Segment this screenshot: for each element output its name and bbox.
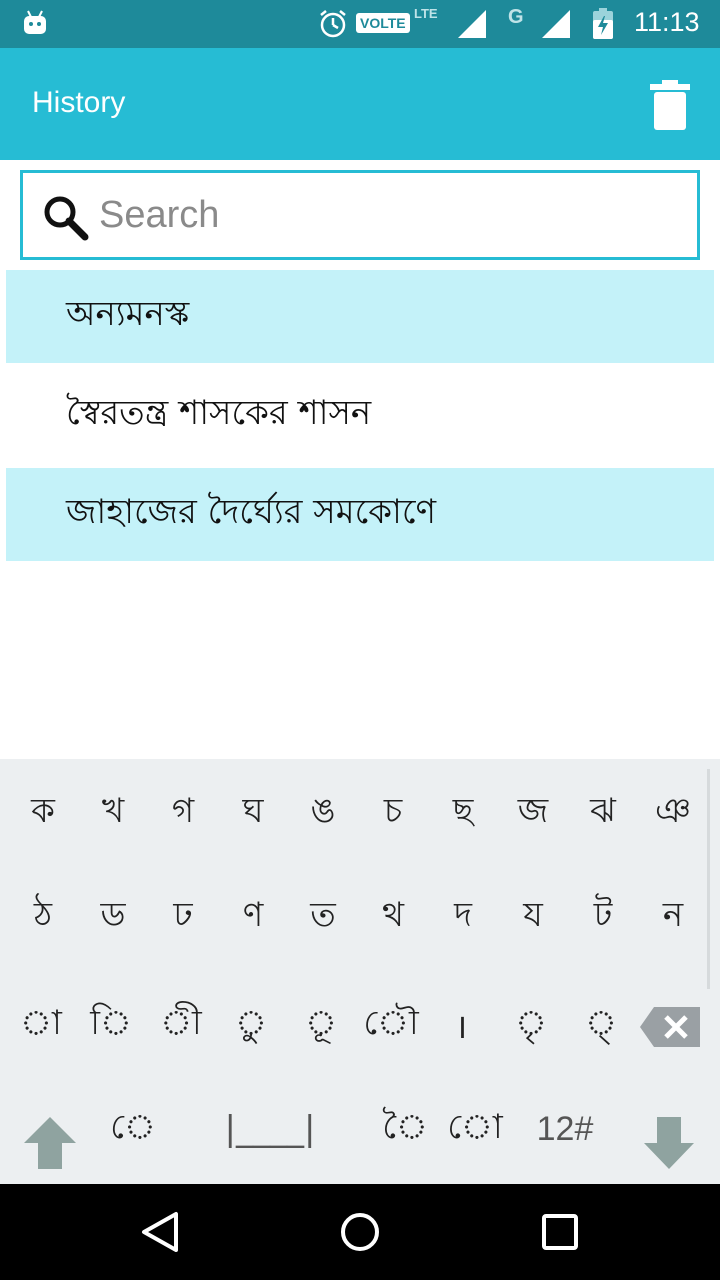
history-list: অন্যমনস্ক স্বৈরতন্ত্র শাসকের শাসন জাহাজে… bbox=[6, 270, 714, 561]
android-notification-icon bbox=[24, 10, 46, 34]
history-item-text: অন্যমনস্ক bbox=[66, 294, 190, 334]
key-o-sign[interactable]: ◌ো bbox=[440, 1077, 510, 1181]
history-item-text: জাহাজের দৈর্ঘ্যের সমকোণে bbox=[66, 492, 437, 532]
key[interactable]: ট bbox=[568, 865, 638, 969]
key[interactable]: ন bbox=[638, 865, 708, 969]
key[interactable]: ণ bbox=[218, 865, 288, 969]
network-type-label: G bbox=[508, 6, 524, 28]
history-item[interactable]: জাহাজের দৈর্ঘ্যের সমকোণে bbox=[6, 468, 714, 561]
key[interactable]: ◌ূ bbox=[286, 973, 356, 1077]
recents-icon[interactable] bbox=[538, 1210, 582, 1254]
space-key[interactable]: |____| bbox=[205, 1077, 335, 1181]
search-icon bbox=[44, 196, 89, 241]
key[interactable]: চ bbox=[358, 761, 428, 865]
key[interactable]: ঝ bbox=[568, 761, 638, 865]
key[interactable]: ◌ি bbox=[76, 973, 146, 1077]
key[interactable]: গ bbox=[148, 761, 218, 865]
key[interactable]: ◌ু bbox=[216, 973, 286, 1077]
app-bar: History bbox=[0, 48, 720, 160]
signal-icon-2 bbox=[542, 10, 570, 38]
hide-keyboard-icon[interactable] bbox=[642, 1115, 696, 1171]
navigation-bar bbox=[0, 1184, 720, 1280]
key[interactable]: ঙ bbox=[288, 761, 358, 865]
shift-up-icon[interactable] bbox=[22, 1115, 78, 1171]
key[interactable]: ড bbox=[78, 865, 148, 969]
key-e-sign[interactable]: ◌ে bbox=[98, 1077, 168, 1181]
signal-icon bbox=[458, 10, 486, 38]
key[interactable]: ◌ী bbox=[146, 973, 216, 1077]
key[interactable]: ঘ bbox=[218, 761, 288, 865]
key[interactable]: ◌ৌ bbox=[356, 973, 426, 1077]
clock: 11:13 bbox=[634, 7, 700, 37]
key-ai-sign[interactable]: ◌ৈ bbox=[370, 1077, 440, 1181]
backspace-icon[interactable] bbox=[638, 1005, 702, 1049]
keyboard-row-2: ঠ ড ঢ ণ ত থ দ য ট ন bbox=[0, 865, 720, 969]
key[interactable]: ছ bbox=[428, 761, 498, 865]
bangla-keyboard: ক খ গ ঘ ঙ চ ছ জ ঝ ঞ ঠ ড ঢ ণ ত থ দ য ট ন … bbox=[0, 759, 720, 1184]
alarm-icon bbox=[320, 10, 346, 38]
key[interactable]: ঞ bbox=[638, 761, 708, 865]
keyboard-row-3: ◌া ◌ি ◌ী ◌ু ◌ূ ◌ৌ । ◌ৃ ◌্ bbox=[0, 973, 720, 1077]
history-item-text: স্বৈরতন্ত্র শাসকের শাসন bbox=[66, 393, 372, 433]
search-box bbox=[20, 170, 700, 260]
trash-icon[interactable] bbox=[648, 80, 692, 130]
back-icon[interactable] bbox=[138, 1210, 182, 1254]
home-icon[interactable] bbox=[338, 1210, 382, 1254]
key[interactable]: ক bbox=[8, 761, 78, 865]
key[interactable]: দ bbox=[428, 865, 498, 969]
key[interactable]: ◌্ bbox=[566, 973, 636, 1077]
history-item[interactable]: অন্যমনস্ক bbox=[6, 270, 714, 363]
keyboard-row-4: ◌ে |____| ◌ৈ ◌ো 12# bbox=[0, 1077, 720, 1181]
volte-badge: VOLTE bbox=[356, 13, 410, 33]
page-title: History bbox=[32, 86, 126, 119]
key[interactable]: থ bbox=[358, 865, 428, 969]
numbers-key[interactable]: 12# bbox=[525, 1077, 605, 1181]
key[interactable]: য bbox=[498, 865, 568, 969]
key[interactable]: জ bbox=[498, 761, 568, 865]
key[interactable]: । bbox=[426, 973, 496, 1077]
battery-charging-icon bbox=[593, 8, 613, 39]
lte-label: LTE bbox=[414, 6, 438, 21]
key[interactable]: ◌া bbox=[6, 973, 76, 1077]
status-bar: VOLTE LTE G 11:13 bbox=[0, 0, 720, 48]
key[interactable]: খ bbox=[78, 761, 148, 865]
key[interactable]: ◌ৃ bbox=[496, 973, 566, 1077]
keyboard-row-1: ক খ গ ঘ ঙ চ ছ জ ঝ ঞ bbox=[0, 761, 720, 865]
key[interactable]: ঢ bbox=[148, 865, 218, 969]
key[interactable]: ত bbox=[288, 865, 358, 969]
history-item[interactable]: স্বৈরতন্ত্র শাসকের শাসন bbox=[6, 363, 714, 468]
search-input[interactable] bbox=[99, 187, 679, 243]
key[interactable]: ঠ bbox=[8, 865, 78, 969]
